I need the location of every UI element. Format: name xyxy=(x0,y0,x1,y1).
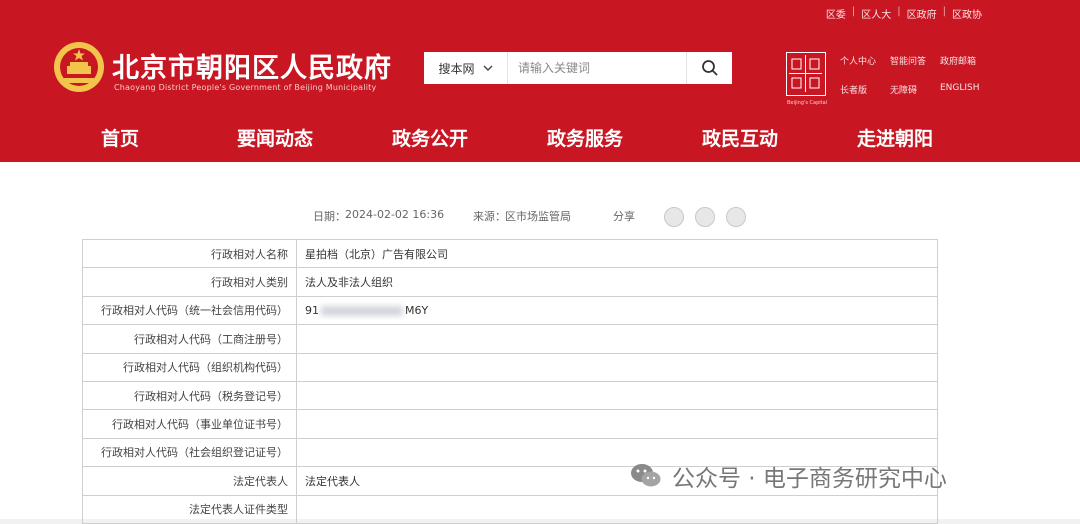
table-row: 行政相对人名称 星拍档（北京）广告有限公司 xyxy=(82,238,938,269)
capital-logo-caption: Beijing's Capital xyxy=(786,100,828,106)
redacted-block xyxy=(321,305,403,316)
row-label: 行政相对人名称 xyxy=(82,238,297,269)
row-value xyxy=(296,380,938,411)
top-link-separator: | xyxy=(942,6,946,17)
search-bar: 搜本网 xyxy=(424,52,732,84)
site-subtitle: Chaoyang District People's Government of… xyxy=(114,83,377,92)
capital-logo[interactable]: Beijing's Capital xyxy=(786,52,827,106)
row-value: 法人及非法人组织 xyxy=(296,267,938,297)
main-nav: 首页 要闻动态 政务公开 政务服务 政民互动 走进朝阳 xyxy=(0,124,1080,156)
search-scope-label: 搜本网 xyxy=(438,61,475,76)
top-link-separator: | xyxy=(851,6,856,17)
table-row: 法定代表人证件类型 xyxy=(82,494,938,524)
date-label: 日期： xyxy=(313,210,346,223)
nav-item-gov-affairs-disclosure[interactable]: 政务公开 xyxy=(392,124,468,151)
credit-code-suffix: M6Y xyxy=(405,303,429,317)
watermark-text: 公众号 · 电子商务研究中心 xyxy=(672,466,947,492)
national-emblem-icon xyxy=(54,42,104,92)
row-label: 行政相对人代码（事业单位证书号） xyxy=(82,409,297,439)
wechat-watermark: 公众号 · 电子商务研究中心 xyxy=(628,458,947,494)
row-label: 行政相对人代码（工商注册号） xyxy=(82,324,297,354)
quick-link-smart-qa[interactable]: 智能问答 xyxy=(890,54,940,67)
table-row: 行政相对人代码（组织机构代码） xyxy=(82,352,938,382)
row-label: 法定代表人 xyxy=(82,466,297,496)
share-weibo-icon[interactable] xyxy=(664,207,684,227)
source-label: 来源： xyxy=(473,210,506,223)
nav-item-gov-services[interactable]: 政务服务 xyxy=(547,124,623,151)
row-label: 行政相对人代码（税务登记号） xyxy=(82,380,297,411)
site-header: 区委 | 区人大 | 区政府 | 区政协 北京市朝阳区人民政府 Chaoyang Di… xyxy=(0,0,1080,162)
top-link-separator: | xyxy=(897,6,901,17)
quick-link-english[interactable]: ENGLISH xyxy=(940,83,992,96)
row-label: 法定代表人证件类型 xyxy=(82,494,297,524)
top-links: 区委 | 区人大 | 区政府 | 区政协 xyxy=(826,6,982,21)
capital-seal-icon xyxy=(789,55,822,92)
top-link-district-cppcc[interactable]: 区政协 xyxy=(952,6,982,21)
share-icons xyxy=(664,207,746,227)
chevron-down-icon xyxy=(483,65,492,71)
table-row: 行政相对人代码（税务登记号） xyxy=(82,380,938,411)
top-link-district-committee[interactable]: 区委 xyxy=(826,6,846,21)
row-label: 行政相对人类别 xyxy=(82,267,297,297)
share-qzone-icon[interactable] xyxy=(726,207,746,227)
row-value xyxy=(296,494,938,524)
quick-link-personal-center[interactable]: 个人中心 xyxy=(840,54,890,67)
row-label: 行政相对人代码（社会组织登记证号） xyxy=(82,437,297,468)
row-value xyxy=(296,409,938,439)
search-button[interactable] xyxy=(686,52,732,84)
quick-link-accessibility[interactable]: 无障碍 xyxy=(890,83,940,96)
site-title[interactable]: 北京市朝阳区人民政府 xyxy=(112,46,392,85)
row-label: 行政相对人代码（组织机构代码） xyxy=(82,352,297,382)
publish-date: 2024-02-02 16:36 xyxy=(345,208,445,221)
search-icon xyxy=(701,60,718,76)
table-row: 行政相对人代码（事业单位证书号） xyxy=(82,409,938,439)
nav-item-news[interactable]: 要闻动态 xyxy=(237,124,313,151)
top-link-district-congress[interactable]: 区人大 xyxy=(861,6,891,21)
quick-links: 个人中心 智能问答 政府邮箱 长者版 无障碍 ENGLISH xyxy=(840,54,992,96)
row-value xyxy=(296,324,938,354)
row-value: 星拍档（北京）广告有限公司 xyxy=(296,238,938,269)
row-value: 91 M6Y xyxy=(296,295,938,326)
nav-item-interaction[interactable]: 政民互动 xyxy=(702,124,778,151)
credit-code-prefix: 91 xyxy=(305,303,319,317)
table-row: 行政相对人代码（统一社会信用代码） 91 M6Y xyxy=(82,295,938,326)
source-value: 区市场监管局 xyxy=(505,210,571,223)
row-label: 行政相对人代码（统一社会信用代码） xyxy=(82,295,297,326)
wechat-icon xyxy=(631,464,661,487)
share-wechat-icon[interactable] xyxy=(695,207,715,227)
search-input[interactable] xyxy=(508,52,686,84)
quick-link-elder-mode[interactable]: 长者版 xyxy=(840,83,890,96)
search-scope-select[interactable]: 搜本网 xyxy=(424,52,508,84)
top-link-district-government[interactable]: 区政府 xyxy=(907,6,937,21)
nav-item-home[interactable]: 首页 xyxy=(101,124,139,151)
table-row: 行政相对人类别 法人及非法人组织 xyxy=(82,267,938,297)
row-value xyxy=(296,352,938,382)
nav-item-about-chaoyang[interactable]: 走进朝阳 xyxy=(857,124,933,151)
share-label: 分享 xyxy=(613,210,635,223)
quick-link-gov-mailbox[interactable]: 政府邮箱 xyxy=(940,54,992,67)
table-row: 行政相对人代码（工商注册号） xyxy=(82,324,938,354)
